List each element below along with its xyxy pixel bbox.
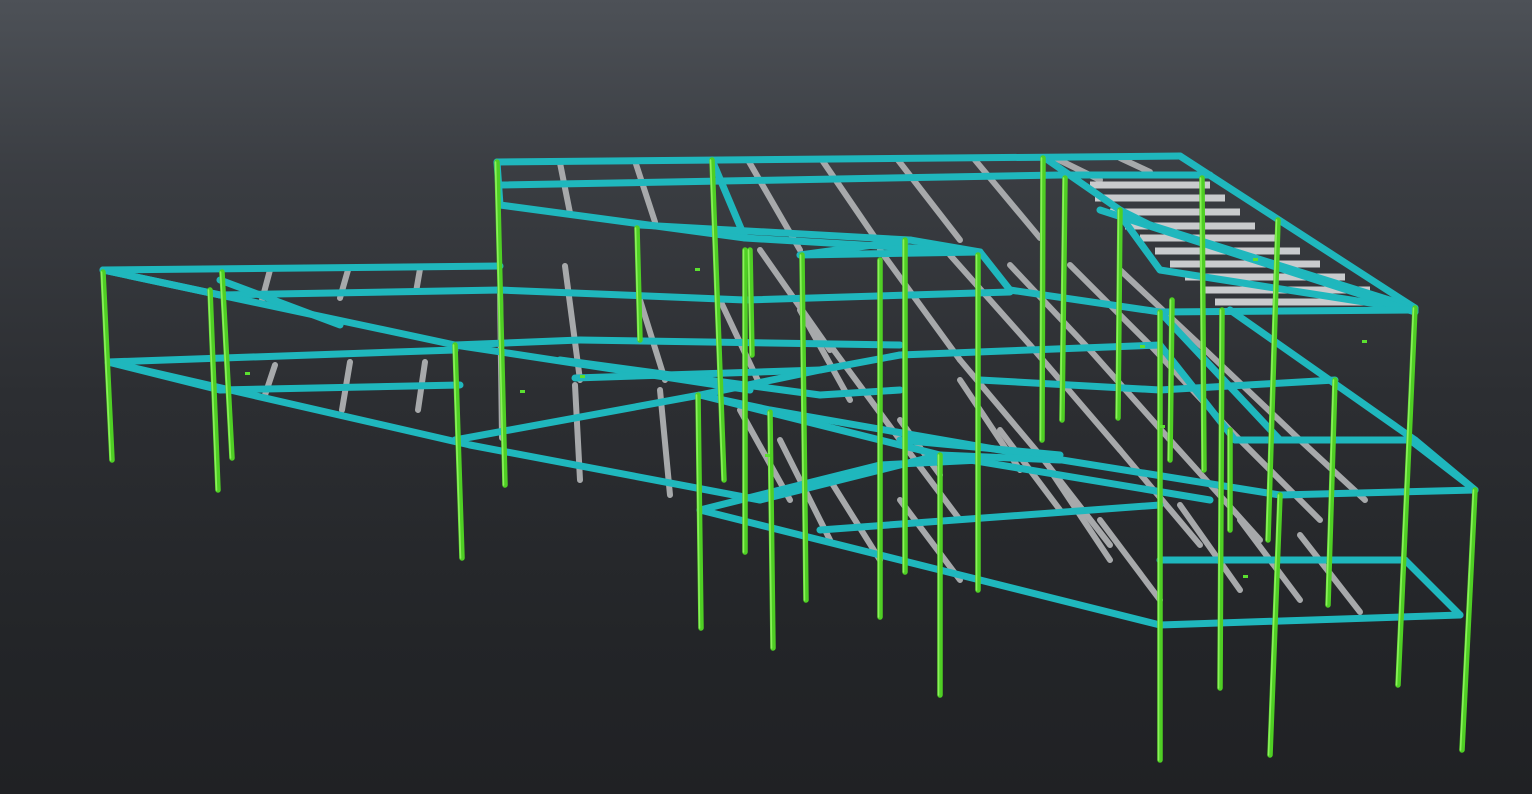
steel-column [1395, 307, 1415, 686]
steel-beam [1006, 286, 1164, 316]
steel-beam [876, 456, 984, 469]
steel-column [1325, 377, 1338, 608]
floor-joist [972, 157, 1043, 241]
floor-joist [557, 160, 573, 216]
steel-beam [104, 358, 474, 449]
steel-column [1459, 489, 1475, 751]
3d-model-viewport[interactable] [0, 0, 1532, 794]
steel-beam [496, 201, 749, 242]
node-marker [520, 390, 525, 393]
steel-beam [936, 566, 1164, 629]
steel-beam [99, 262, 504, 274]
node-marker [1160, 425, 1165, 428]
steel-column [1395, 305, 1418, 688]
node-marker [1140, 345, 1145, 348]
steel-beam [1276, 486, 1479, 499]
steel-beam [816, 501, 1164, 534]
steel-beam [216, 381, 464, 394]
floor-joist [895, 157, 963, 243]
steel-beam [976, 248, 1014, 294]
steel-beam [816, 386, 904, 399]
steel-column [452, 342, 465, 561]
node-marker [1253, 258, 1258, 261]
steel-beam [1156, 306, 1419, 316]
steel-beam [1411, 436, 1479, 494]
steel-beam [1176, 152, 1419, 312]
steel-beam [466, 441, 764, 504]
steel-beam [104, 346, 459, 366]
steel-frame-model[interactable] [0, 0, 1532, 794]
node-marker [765, 454, 770, 457]
steel-beam [496, 286, 749, 304]
steel-beam [696, 391, 774, 414]
floor-joist [797, 307, 853, 403]
steel-beam [451, 336, 584, 349]
node-marker [1243, 575, 1248, 578]
steel-beam [496, 171, 1064, 189]
steel-column [1267, 492, 1283, 758]
steel-beam [1156, 611, 1464, 629]
steel-beam [696, 461, 884, 514]
steel-column [1459, 487, 1478, 753]
floor-joist [1117, 155, 1153, 175]
steel-column [709, 157, 727, 483]
steel-beam [976, 376, 1164, 394]
floor-joist [1197, 342, 1303, 443]
node-marker [1362, 340, 1367, 343]
steel-beam [99, 266, 459, 349]
steel-beam [576, 336, 904, 349]
steel-beam [1401, 556, 1464, 619]
node-marker [245, 372, 250, 375]
floor-joist [632, 158, 658, 225]
steel-beam [216, 276, 344, 329]
steel-column [1039, 157, 1043, 441]
node-marker [695, 268, 700, 271]
node-marker [580, 375, 585, 378]
steel-beam [493, 152, 1184, 166]
